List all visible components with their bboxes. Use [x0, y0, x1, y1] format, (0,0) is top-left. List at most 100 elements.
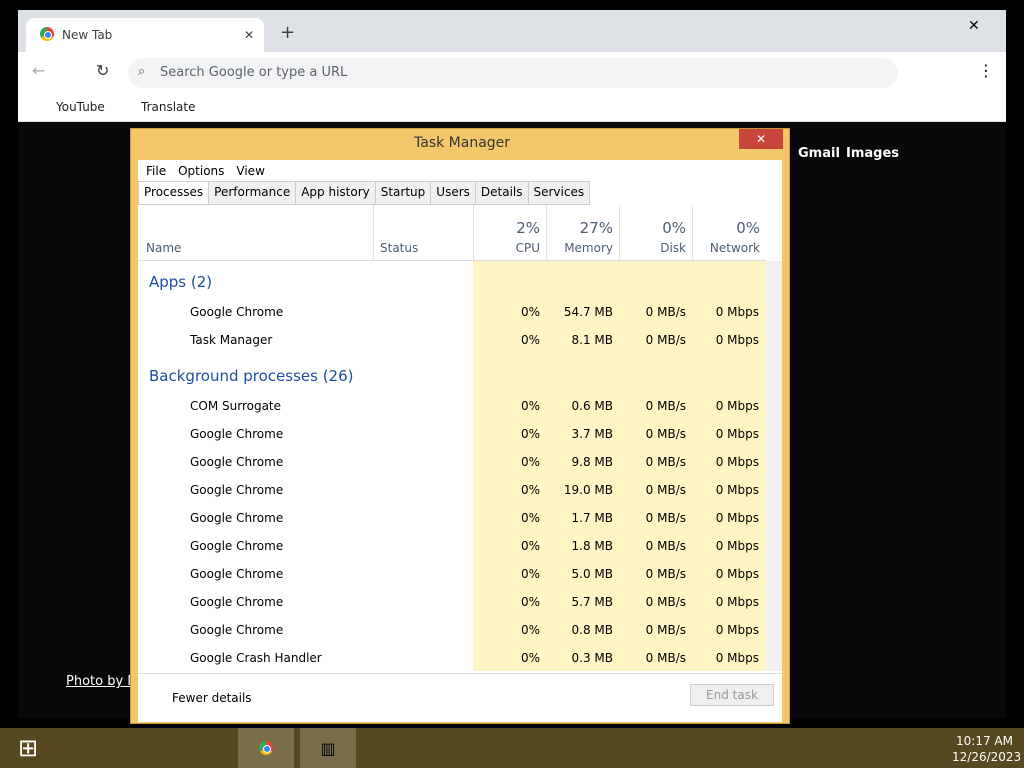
close-tab-icon[interactable]: ✕ — [244, 28, 254, 42]
table-row[interactable]: Task Manager 0% 8.1 MB 0 MB/s 0 Mbps — [138, 326, 766, 354]
tab-app-history[interactable]: App history — [295, 181, 376, 205]
scrollbar[interactable] — [766, 261, 782, 671]
cell-net: 0 Mbps — [715, 427, 759, 441]
cell-cpu: 0% — [520, 651, 540, 665]
table-row[interactable]: Google Chrome 0% 1.7 MB 0 MB/s 0 Mbps — [138, 504, 766, 532]
task-manager-window: Task Manager ✕ File Options View Process… — [130, 128, 790, 724]
tab-bar: Processes Performance App history Startu… — [138, 181, 782, 205]
fewer-details-button[interactable]: Fewer details — [172, 691, 252, 705]
chrome-taskbar-icon[interactable] — [238, 728, 294, 768]
col-network[interactable]: Network — [710, 241, 760, 255]
network-percent: 0% — [736, 219, 760, 237]
cell-cpu: 0% — [520, 399, 540, 413]
cell-disk: 0 MB/s — [645, 333, 686, 347]
cell-cpu: 0% — [520, 539, 540, 553]
bookmark-youtube[interactable]: YouTube — [56, 100, 105, 114]
cpu-percent: 2% — [516, 219, 540, 237]
menu-view[interactable]: View — [236, 164, 264, 178]
cell-net: 0 Mbps — [715, 511, 759, 525]
col-memory[interactable]: Memory — [564, 241, 613, 255]
cell-mem: 54.7 MB — [563, 305, 613, 319]
col-disk[interactable]: Disk — [660, 241, 686, 255]
cell-cpu: 0% — [520, 333, 540, 347]
cell-cpu: 0% — [520, 567, 540, 581]
cell-mem: 0.3 MB — [571, 651, 613, 665]
omnibox[interactable]: ⌕ Search Google or type a URL — [128, 58, 898, 88]
gmail-link[interactable]: Gmail — [798, 146, 840, 161]
tab-users[interactable]: Users — [430, 181, 476, 205]
menu-options[interactable]: Options — [178, 164, 224, 178]
cell-disk: 0 MB/s — [645, 427, 686, 441]
tab-startup[interactable]: Startup — [374, 181, 432, 205]
new-tab-button[interactable]: + — [280, 22, 295, 43]
back-icon[interactable]: ← — [32, 61, 45, 80]
tab-processes[interactable]: Processes — [138, 181, 210, 205]
tab-title: New Tab — [62, 28, 113, 42]
cell-net: 0 Mbps — [715, 595, 759, 609]
table-row[interactable]: Google Chrome 0% 9.8 MB 0 MB/s 0 Mbps — [138, 448, 766, 476]
column-header: Name Status 2% CPU 27% Memory 0% Disk 0% Net… — [138, 205, 766, 261]
cell-cpu: 0% — [520, 595, 540, 609]
cell-net: 0 Mbps — [715, 333, 759, 347]
table-row[interactable]: Google Chrome 0% 5.0 MB 0 MB/s 0 Mbps — [138, 560, 766, 588]
cell-cpu: 0% — [520, 427, 540, 441]
cell-net: 0 Mbps — [715, 305, 759, 319]
table-row[interactable]: Google Chrome 0% 19.0 MB 0 MB/s 0 Mbps — [138, 476, 766, 504]
images-link[interactable]: Images — [846, 146, 899, 161]
table-row[interactable]: Google Chrome 0% 3.7 MB 0 MB/s 0 Mbps — [138, 420, 766, 448]
start-button[interactable]: ⊞ — [0, 728, 56, 768]
table-row[interactable]: Google Chrome 0% 54.7 MB 0 MB/s 0 Mbps — [138, 298, 766, 326]
table-row[interactable]: Google Chrome 0% 1.8 MB 0 MB/s 0 Mbps — [138, 532, 766, 560]
cell-net: 0 Mbps — [715, 399, 759, 413]
task-manager-taskbar-icon[interactable]: ▥ — [300, 728, 356, 768]
cell-cpu: 0% — [520, 623, 540, 637]
cell-mem: 0.6 MB — [571, 399, 613, 413]
close-button[interactable]: ✕ — [739, 129, 783, 149]
table-row[interactable]: Google Chrome 0% 0.8 MB 0 MB/s 0 Mbps — [138, 616, 766, 644]
col-name[interactable]: Name — [146, 241, 181, 255]
process-name: Google Chrome — [190, 595, 284, 609]
cell-mem: 0.8 MB — [571, 623, 613, 637]
menu-file[interactable]: File — [146, 164, 166, 178]
cell-disk: 0 MB/s — [645, 305, 686, 319]
close-window-button[interactable]: ✕ — [968, 18, 980, 34]
cell-disk: 0 MB/s — [645, 623, 686, 637]
taskbar: ⊞ ▥ 10:17 AM 12/26/2023 — [0, 728, 1024, 768]
cell-cpu: 0% — [520, 455, 540, 469]
toolbar: ← ↻ ⌕ Search Google or type a URL ⋮ — [18, 52, 1006, 92]
chrome-icon — [40, 26, 54, 44]
tab-services[interactable]: Services — [527, 181, 591, 205]
cell-cpu: 0% — [520, 305, 540, 319]
photo-credit-link[interactable]: Photo by N — [66, 674, 137, 689]
cell-disk: 0 MB/s — [645, 567, 686, 581]
process-name: Google Chrome — [190, 455, 284, 469]
section-background: Background processes (26) — [149, 367, 354, 385]
cell-mem: 19.0 MB — [563, 483, 613, 497]
table-row[interactable]: COM Surrogate 0% 0.6 MB 0 MB/s 0 Mbps — [138, 392, 766, 420]
reload-icon[interactable]: ↻ — [96, 61, 109, 80]
col-status[interactable]: Status — [380, 241, 418, 255]
clock-time[interactable]: 10:17 AM — [956, 734, 1013, 748]
bookmark-translate[interactable]: Translate — [141, 100, 196, 114]
process-name: Google Crash Handler — [190, 651, 322, 665]
tab-details[interactable]: Details — [474, 181, 529, 205]
process-name: Google Chrome — [190, 539, 284, 553]
tab-new-tab[interactable]: New Tab ✕ — [26, 18, 264, 52]
clock-date[interactable]: 12/26/2023 — [952, 750, 1021, 764]
process-name: Google Chrome — [190, 427, 284, 441]
search-icon: ⌕ — [138, 64, 146, 79]
process-name: Task Manager — [190, 333, 273, 347]
cell-mem: 5.0 MB — [571, 567, 613, 581]
end-task-button[interactable]: End task — [690, 684, 774, 706]
memory-percent: 27% — [579, 219, 613, 237]
section-apps: Apps (2) — [149, 273, 213, 291]
col-cpu[interactable]: CPU — [516, 241, 540, 255]
cell-disk: 0 MB/s — [645, 483, 686, 497]
table-row[interactable]: Google Chrome 0% 5.7 MB 0 MB/s 0 Mbps — [138, 588, 766, 616]
tab-performance[interactable]: Performance — [208, 181, 297, 205]
table-row[interactable]: Google Crash Handler 0% 0.3 MB 0 MB/s 0 Mbps — [138, 644, 766, 671]
footer: Fewer details End task — [138, 673, 782, 722]
process-name: COM Surrogate — [190, 399, 282, 413]
cell-mem: 3.7 MB — [571, 427, 613, 441]
menu-icon[interactable]: ⋮ — [978, 61, 994, 80]
